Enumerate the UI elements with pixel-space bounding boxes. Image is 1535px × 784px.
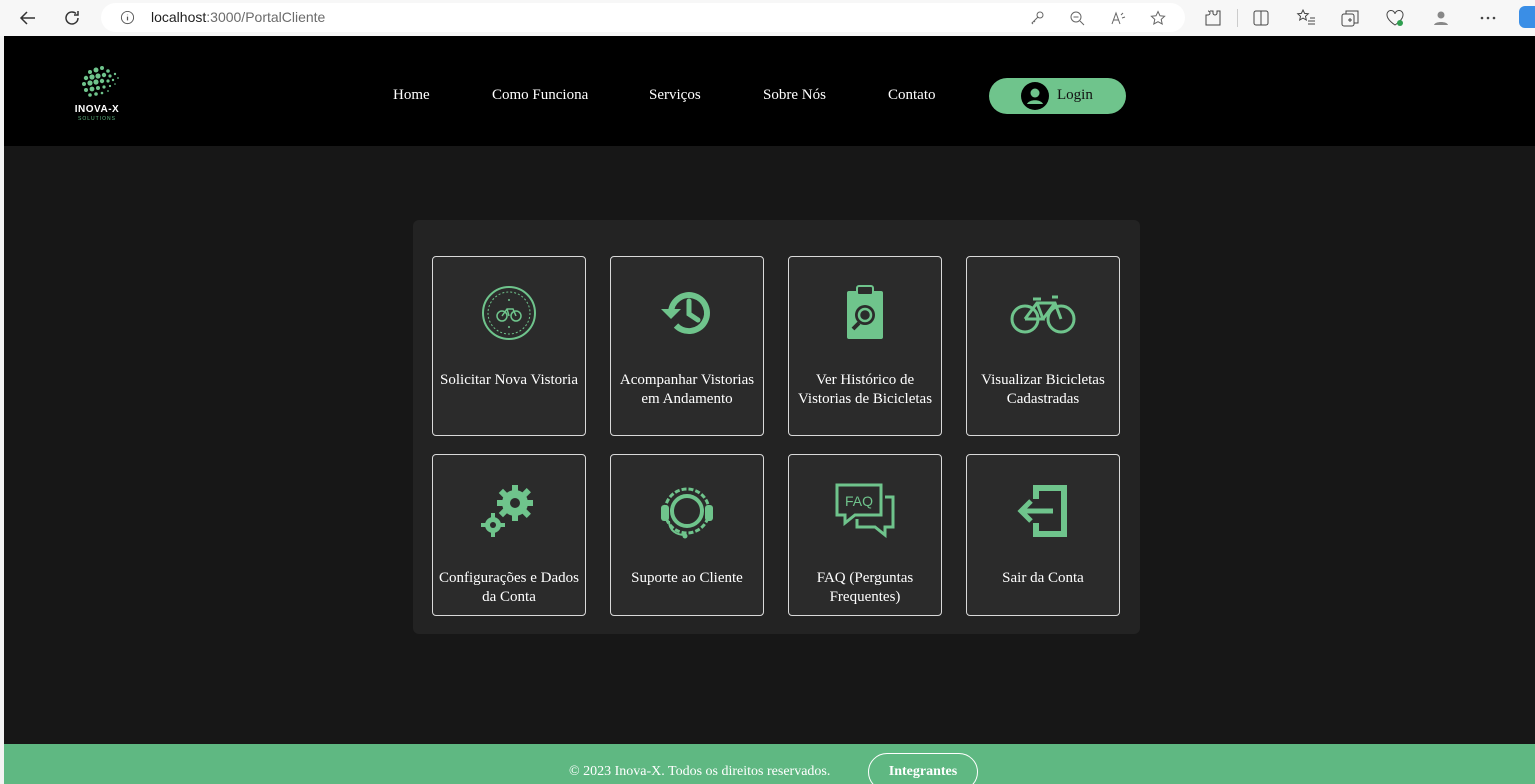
card-label: Ver Histórico de Vistorias de Bicicletas [797, 372, 933, 407]
inova-x-logo-icon [82, 66, 119, 97]
url-host: localhost [151, 9, 207, 25]
logo-subtitle: SOLUTIONS [78, 116, 116, 122]
favorite-star-icon[interactable] [1150, 10, 1166, 26]
logout-icon [1017, 485, 1067, 537]
read-aloud-icon[interactable] [1110, 10, 1126, 26]
nav-contato[interactable]: Contato [888, 87, 936, 104]
bike-badge-icon [482, 286, 536, 340]
split-screen-icon[interactable] [1251, 8, 1271, 28]
card-bicicletas-cadastradas[interactable]: Visualizar Bicicletas Cadastradas [966, 256, 1120, 436]
url-text: localhost:3000/PortalCliente [151, 9, 325, 25]
gears-icon [481, 485, 533, 537]
svg-text:FAQ: FAQ [845, 493, 873, 509]
site-header: INOVA-X SOLUTIONS Home Como Funciona Ser… [4, 36, 1535, 146]
info-icon[interactable] [120, 10, 135, 25]
card-label: Visualizar Bicicletas Cadastradas [981, 372, 1105, 407]
clipboard-search-icon [847, 285, 883, 339]
browser-toolbar: localhost:3000/PortalCliente [0, 0, 1535, 36]
nav-servicos[interactable]: Serviços [649, 87, 701, 104]
bicycle-icon [1010, 295, 1076, 334]
nav-como-funciona[interactable]: Como Funciona [492, 87, 588, 104]
favorites-icon[interactable] [1296, 8, 1316, 28]
portal-page: INOVA-X SOLUTIONS Home Como Funciona Ser… [4, 36, 1535, 784]
card-label: Sair da Conta [1002, 570, 1084, 586]
card-suporte-cliente[interactable]: Suporte ao Cliente [610, 454, 764, 616]
logo-title: INOVA-X [74, 104, 120, 115]
headset-icon [661, 487, 713, 539]
footer-copyright: © 2023 Inova-X. Todos os direitos reserv… [569, 764, 831, 779]
card-faq[interactable]: FAQ FAQ (Perguntas Frequentes) [788, 454, 942, 616]
services-panel: Solicitar Nova Vistoria Acompanhar Visto… [413, 220, 1140, 634]
address-bar[interactable]: localhost:3000/PortalCliente [101, 3, 1185, 32]
card-acompanhar-vistorias[interactable]: Acompanhar Vistorias em Andamento [610, 256, 764, 436]
profile-icon[interactable] [1431, 8, 1451, 28]
card-label: Suporte ao Cliente [631, 570, 743, 586]
browser-health-icon[interactable] [1385, 8, 1405, 28]
card-label: Solicitar Nova Vistoria [440, 372, 578, 388]
site-footer: © 2023 Inova-X. Todos os direitos reserv… [4, 744, 1535, 784]
copilot-icon[interactable] [1519, 6, 1535, 28]
nav-home[interactable]: Home [393, 87, 430, 104]
history-icon [661, 292, 710, 335]
card-label: Acompanhar Vistorias em Andamento [619, 372, 755, 407]
integrantes-button[interactable]: Integrantes [868, 753, 978, 784]
zoom-out-icon[interactable] [1069, 10, 1085, 26]
card-solicitar-vistoria[interactable]: Solicitar Nova Vistoria [432, 256, 586, 436]
faq-icon: FAQ [835, 483, 895, 539]
login-button[interactable]: Login [989, 78, 1126, 114]
login-label: Login [1057, 87, 1093, 103]
more-options-icon[interactable] [1478, 8, 1498, 28]
card-sair-conta[interactable]: Sair da Conta [966, 454, 1120, 616]
url-path: :3000/PortalCliente [206, 9, 326, 25]
nav-sobre-nos[interactable]: Sobre Nós [763, 87, 826, 104]
collections-icon[interactable] [1340, 8, 1360, 28]
toolbar-divider [1237, 9, 1238, 27]
card-configuracoes[interactable]: Configurações e Dados da Conta [432, 454, 586, 616]
extensions-icon[interactable] [1203, 8, 1223, 28]
back-icon[interactable] [15, 5, 41, 31]
card-label: Configurações e Dados da Conta [439, 570, 579, 605]
card-historico-vistorias[interactable]: Ver Histórico de Vistorias de Bicicletas [788, 256, 942, 436]
card-label: FAQ (Perguntas Frequentes) [816, 570, 914, 605]
key-icon[interactable] [1029, 10, 1045, 26]
user-avatar-icon [1021, 82, 1049, 110]
refresh-icon[interactable] [59, 5, 85, 31]
